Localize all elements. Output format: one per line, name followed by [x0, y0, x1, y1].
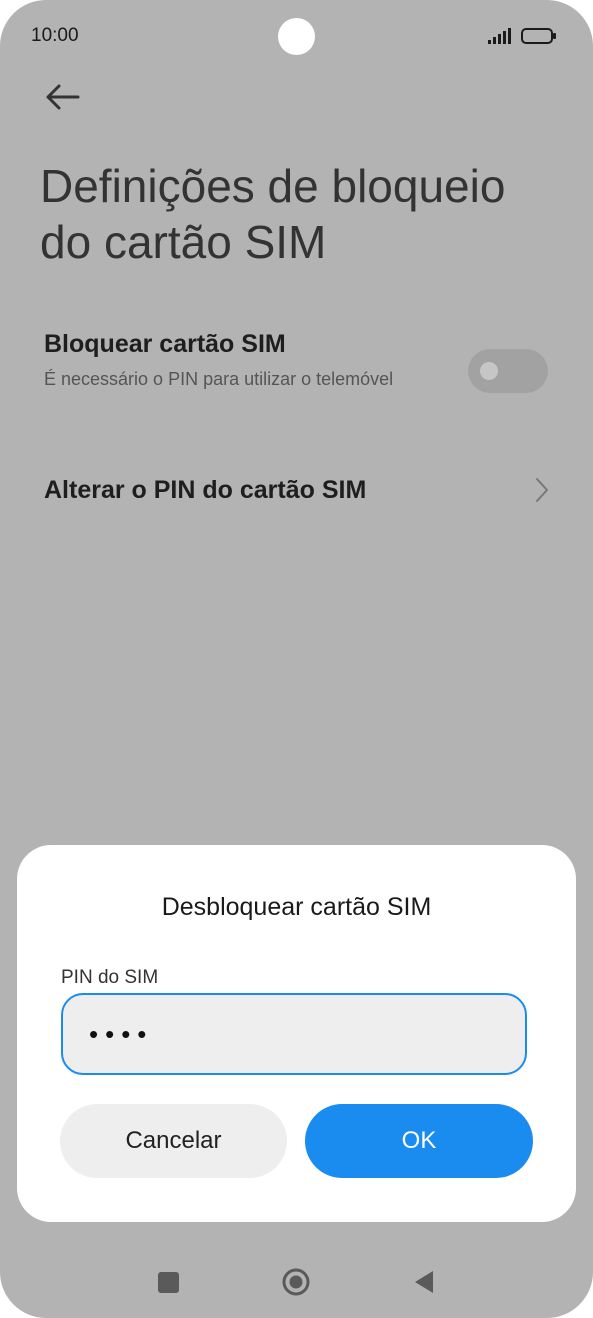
battery-icon	[521, 28, 556, 44]
nav-back-icon[interactable]	[412, 1269, 436, 1295]
lock-sim-setting[interactable]: Bloquear cartão SIM É necessário o PIN p…	[0, 326, 593, 426]
lock-sim-subtitle: É necessário o PIN para utilizar o telem…	[44, 369, 394, 389]
status-bar: 10:00	[0, 0, 593, 72]
change-pin-title: Alterar o PIN do cartão SIM	[44, 476, 367, 504]
status-time: 10:00	[31, 25, 79, 46]
front-camera	[278, 18, 315, 55]
page-title: Definições de bloqueio do cartão SIM	[40, 160, 506, 268]
chevron-right-icon	[536, 478, 548, 502]
lock-sim-title: Bloquear cartão SIM	[44, 330, 286, 358]
pin-field-label: PIN do SIM	[61, 967, 159, 988]
cancel-button[interactable]: Cancelar	[60, 1104, 287, 1178]
dialog-title: Desbloquear cartão SIM	[161, 893, 432, 921]
phone-screen: 10:00 Definições de bloqueio do cartão S…	[0, 0, 593, 1318]
unlock-sim-dialog: Desbloquear cartão SIM PIN do SIM •••• C…	[17, 845, 576, 1222]
toggle-knob	[480, 362, 498, 380]
lock-sim-toggle[interactable]	[468, 349, 548, 393]
pin-value: ••••	[89, 1019, 154, 1049]
back-button[interactable]	[38, 77, 86, 117]
ok-button[interactable]: OK	[305, 1104, 533, 1178]
back-arrow-icon	[46, 84, 80, 110]
navigation-bar	[0, 1250, 593, 1314]
signal-icon	[488, 28, 511, 44]
change-pin-setting[interactable]: Alterar o PIN do cartão SIM	[0, 462, 593, 518]
recents-icon[interactable]	[158, 1272, 179, 1293]
home-icon[interactable]	[282, 1268, 310, 1296]
pin-input[interactable]: ••••	[61, 993, 527, 1075]
